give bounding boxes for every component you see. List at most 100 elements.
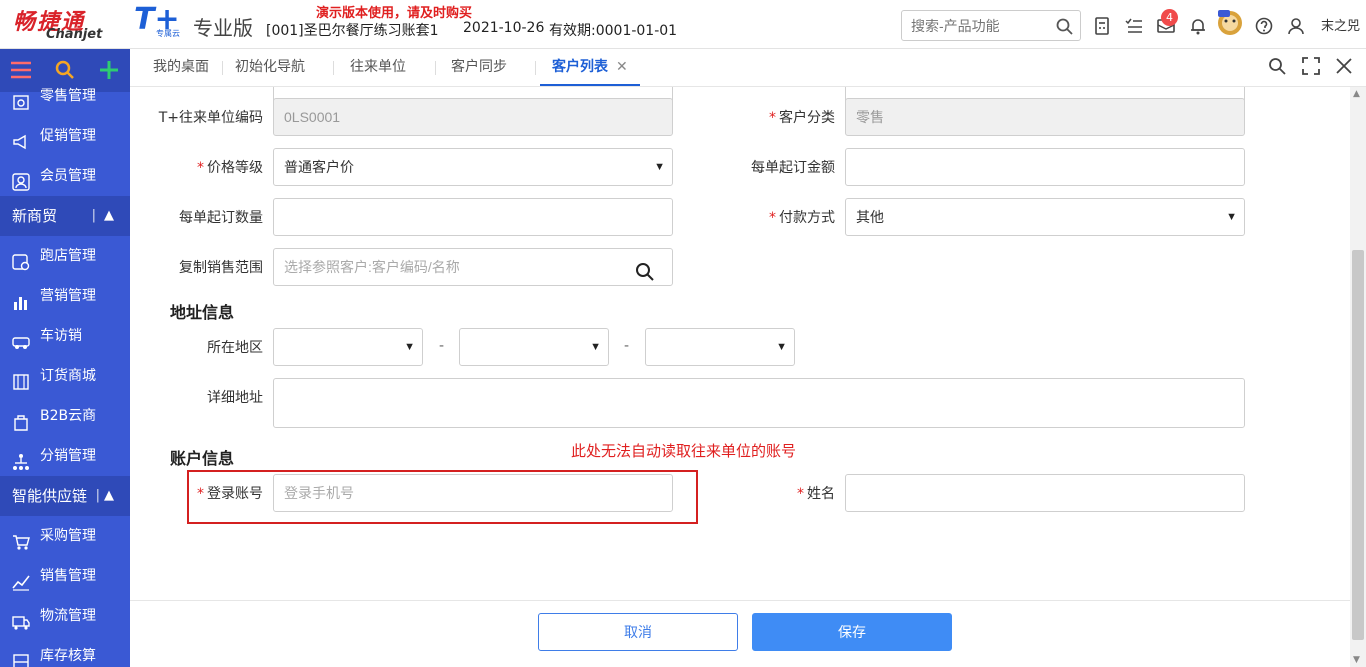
name-input[interactable] bbox=[845, 474, 1245, 512]
scrollbar-thumb[interactable] bbox=[1352, 250, 1364, 640]
sidebar-item-purchase[interactable]: 采购管理 bbox=[0, 516, 130, 556]
chevron-up-icon[interactable]: ▲ bbox=[104, 476, 114, 516]
sidebar-item-member[interactable]: 会员管理 bbox=[0, 156, 130, 196]
top-bar: 畅捷通 Chanjet T+ 专属云 专业版 演示版本使用，请及时购买 [001… bbox=[0, 0, 1366, 49]
function-search-input[interactable] bbox=[902, 11, 1052, 40]
user-icon[interactable] bbox=[1287, 17, 1305, 35]
customer-class-field[interactable]: 零售 bbox=[845, 98, 1245, 136]
tab-desktop[interactable]: 我的桌面 bbox=[153, 49, 209, 86]
sales-icon bbox=[12, 567, 30, 591]
tab-customer-list-label: 客户列表 bbox=[552, 59, 608, 75]
scroll-up-icon[interactable]: ▲ bbox=[1353, 89, 1360, 99]
sidebar-item-label: 营销管理 bbox=[40, 288, 96, 304]
payment-method-select[interactable]: 其他 ▼ bbox=[845, 198, 1245, 236]
user-name[interactable]: 末之兕 bbox=[1321, 15, 1360, 34]
sidebar-group-new-trade[interactable]: 新商贸 | ▲ bbox=[0, 196, 130, 236]
sidebar-item-store-visit[interactable]: 跑店管理 bbox=[0, 236, 130, 276]
sidebar-item-distribution[interactable]: 分销管理 bbox=[0, 436, 130, 476]
province-select[interactable]: ▼ bbox=[273, 328, 423, 366]
tab-bar: 我的桌面 初始化导航 往来单位 客户同步 客户列表 ✕ bbox=[130, 49, 1366, 87]
cancel-button[interactable]: 取消 bbox=[538, 613, 738, 651]
customer-form: T+往来单位编码 0LS0001 * 客户分类 零售 * 价格等级 普通客户价 ▼ … bbox=[130, 87, 1350, 599]
login-account-label-text: 登录账号 bbox=[207, 486, 263, 502]
bell-icon[interactable] bbox=[1189, 17, 1207, 35]
calculator-icon[interactable] bbox=[1094, 17, 1112, 35]
chevron-up-icon[interactable]: ▲ bbox=[104, 196, 114, 236]
sidebar-item-label: 分销管理 bbox=[40, 448, 96, 464]
search-icon[interactable] bbox=[635, 258, 654, 294]
tplus-logo-sub: 专属云 bbox=[156, 29, 180, 38]
fullscreen-icon[interactable] bbox=[1302, 57, 1322, 77]
tab-divider bbox=[535, 61, 536, 75]
search-icon[interactable] bbox=[1268, 57, 1288, 77]
login-account-input[interactable]: 登录手机号 bbox=[273, 474, 673, 512]
tab-customer-sync[interactable]: 客户同步 bbox=[451, 49, 507, 86]
detail-address-label: 详细地址 bbox=[207, 390, 263, 406]
scroll-down-icon[interactable]: ▼ bbox=[1353, 655, 1360, 665]
sidebar-item-car-sales[interactable]: 车访销 bbox=[0, 316, 130, 356]
retail-icon bbox=[12, 87, 30, 110]
tab-partners[interactable]: 往来单位 bbox=[350, 49, 406, 86]
payment-method-label-text: 付款方式 bbox=[779, 210, 835, 226]
dropdown-arrow-icon[interactable]: ▼ bbox=[776, 329, 787, 365]
demo-warning[interactable]: 演示版本使用，请及时购买 bbox=[316, 2, 472, 21]
sidebar-item-marketing[interactable]: 营销管理 bbox=[0, 276, 130, 316]
district-select[interactable]: ▼ bbox=[645, 328, 795, 366]
price-level-select[interactable]: 普通客户价 ▼ bbox=[273, 148, 673, 186]
vertical-scrollbar[interactable]: ▲ ▼ bbox=[1350, 87, 1366, 667]
price-level-label: * 价格等级 bbox=[130, 158, 263, 178]
notification-badge: 4 bbox=[1161, 9, 1178, 26]
sidebar-item-label: 销售管理 bbox=[40, 568, 96, 584]
sidebar-item-label: 物流管理 bbox=[40, 608, 96, 624]
promotion-icon bbox=[12, 127, 30, 150]
account-section-title: 账户信息 bbox=[170, 449, 235, 468]
copy-range-input[interactable]: 选择参照客户:客户编码/名称 bbox=[273, 248, 673, 286]
sidebar-item-sales[interactable]: 销售管理 bbox=[0, 556, 130, 596]
sidebar-item-inventory[interactable]: 库存核算 bbox=[0, 636, 130, 667]
sidebar-item-label: 会员管理 bbox=[40, 168, 96, 184]
b2b-icon bbox=[12, 407, 30, 431]
dropdown-arrow-icon[interactable]: ▼ bbox=[590, 329, 601, 365]
copy-range-placeholder: 选择参照客户:客户编码/名称 bbox=[284, 259, 460, 275]
sidebar-group-label: 新商贸 bbox=[12, 207, 58, 225]
dropdown-arrow-icon[interactable]: ▼ bbox=[404, 329, 415, 365]
tab-customer-list[interactable]: 客户列表 ✕ bbox=[540, 49, 640, 86]
dropdown-arrow-icon[interactable]: ▼ bbox=[654, 149, 665, 185]
function-search[interactable] bbox=[901, 10, 1081, 41]
chanjet-logo-en: Chanjet bbox=[46, 27, 103, 42]
sidebar-item-order-mall[interactable]: 订货商城 bbox=[0, 356, 130, 396]
required-mark: * bbox=[197, 160, 204, 176]
sidebar-item-label: B2B云商 bbox=[40, 408, 97, 424]
required-mark: * bbox=[197, 486, 204, 502]
close-icon[interactable]: ✕ bbox=[616, 59, 628, 75]
task-list-icon[interactable] bbox=[1125, 17, 1143, 35]
close-icon[interactable] bbox=[1335, 57, 1355, 77]
detail-address-input[interactable] bbox=[273, 378, 1245, 428]
copy-range-label: 复制销售范围 bbox=[179, 260, 263, 276]
sidebar-item-promotion[interactable]: 促销管理 bbox=[0, 116, 130, 156]
sidebar-group-supply-chain[interactable]: 智能供应链 | ▲ bbox=[0, 476, 130, 516]
required-mark: * bbox=[769, 210, 776, 226]
save-button[interactable]: 保存 bbox=[752, 613, 952, 651]
min-order-qty-label: 每单起订数量 bbox=[179, 210, 263, 226]
min-order-qty-input[interactable] bbox=[273, 198, 673, 236]
sidebar-item-logistics[interactable]: 物流管理 bbox=[0, 596, 130, 636]
search-icon[interactable] bbox=[1056, 18, 1073, 39]
sidebar-item-retail[interactable]: 零售管理 bbox=[0, 76, 130, 116]
price-level-label-text: 价格等级 bbox=[207, 160, 263, 176]
required-mark: * bbox=[797, 486, 804, 502]
tab-init-nav[interactable]: 初始化导航 bbox=[235, 49, 305, 86]
help-icon[interactable] bbox=[1255, 17, 1273, 35]
partner-code-field[interactable]: 0LS0001 bbox=[273, 98, 673, 136]
sidebar-item-b2b[interactable]: B2B云商 bbox=[0, 396, 130, 436]
customer-class-label: * 客户分类 bbox=[690, 108, 835, 128]
dropdown-arrow-icon[interactable]: ▼ bbox=[1226, 199, 1237, 235]
city-select[interactable]: ▼ bbox=[459, 328, 609, 366]
min-order-amount-input[interactable] bbox=[845, 148, 1245, 186]
validity-date: 有效期:0001-01-01 bbox=[549, 23, 678, 39]
tab-divider bbox=[333, 61, 334, 75]
member-icon bbox=[12, 167, 30, 191]
annotation-note: 此处无法自动读取往来单位的账号 bbox=[571, 442, 797, 460]
marketing-icon bbox=[12, 287, 30, 310]
mascot-icon[interactable] bbox=[1213, 7, 1247, 37]
